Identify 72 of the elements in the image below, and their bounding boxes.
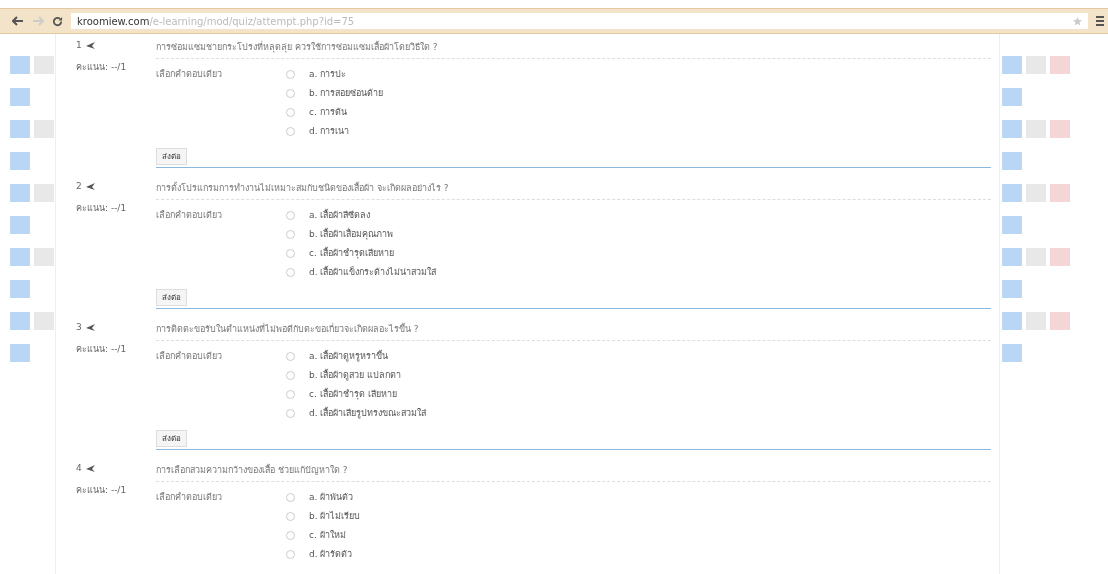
- question-grade: คะแนน: --/1: [76, 61, 128, 74]
- url-path: /e-learning/mod/quiz/attempt.php?id=75: [149, 15, 356, 27]
- nav-tile[interactable]: [10, 248, 30, 266]
- question-text: การซ่อมแซมชายกระโปรงที่หลุดลุ่ย ควรใช้การซ่อมแซมเสื้อผ้าโดยวิธีใด ?: [156, 40, 991, 59]
- check-button[interactable]: ส่งต่อ: [156, 289, 187, 306]
- address-bar[interactable]: kroomiew.com/e-learning/mod/quiz/attempt.php?id=75: [71, 13, 1088, 29]
- nav-tile[interactable]: [10, 88, 30, 106]
- answer-prompt: เลือกคำตอบเดียว: [156, 350, 223, 363]
- option-label[interactable]: d. ผ้ารัดตัว: [309, 547, 353, 561]
- option-label[interactable]: d. การเนา: [309, 124, 350, 138]
- option-label[interactable]: a. การปะ: [309, 67, 347, 81]
- option-label[interactable]: d. เสื้อผ้าเสียรูปทรงขณะสวมใส่: [309, 406, 427, 420]
- option-label[interactable]: b. ผ้าไม่เรียบ: [309, 509, 361, 523]
- nav-tile[interactable]: [1049, 312, 1070, 330]
- question-grade: คะแนน: --/1: [76, 484, 128, 497]
- nav-tile[interactable]: [1049, 184, 1070, 202]
- nav-tile[interactable]: [1001, 216, 1022, 234]
- question-text: การตั้งโปรแกรมการทำงานไม่เหมาะสมกับชนิดของเสื้อผ้า จะเกิดผลอย่างไร ?: [156, 181, 991, 200]
- nav-tile[interactable]: [1001, 280, 1022, 298]
- flag-icon[interactable]: [85, 323, 95, 331]
- forward-arrow-icon[interactable]: [32, 16, 44, 26]
- nav-tile[interactable]: [10, 120, 30, 138]
- nav-tile[interactable]: [10, 312, 30, 330]
- option-label[interactable]: b. การสอยซ่อนด้าย: [309, 86, 384, 100]
- question-number: 4: [76, 463, 82, 473]
- check-button[interactable]: ส่งต่อ: [156, 430, 187, 447]
- option-label[interactable]: a. เสื้อผ้าดูหรูหราขึ้น: [309, 349, 389, 363]
- menu-icon[interactable]: [1096, 16, 1104, 26]
- option-label[interactable]: d. เสื้อผ้าแข็งกระด้างไม่น่าสวมใส่: [309, 265, 437, 279]
- nav-tile[interactable]: [1001, 184, 1022, 202]
- star-icon[interactable]: [1073, 16, 1082, 26]
- option-label[interactable]: c. ผ้าใหม่: [309, 528, 346, 542]
- question-grade: คะแนน: --/1: [76, 343, 128, 356]
- option-label[interactable]: c. เสื้อผ้าชำรุด เสียหาย: [309, 387, 397, 401]
- nav-tile[interactable]: [10, 152, 30, 170]
- answer-prompt: เลือกคำตอบเดียว: [156, 209, 223, 222]
- nav-tile[interactable]: [10, 344, 30, 362]
- nav-tile[interactable]: [10, 56, 30, 74]
- nav-tile[interactable]: [1001, 88, 1022, 106]
- nav-tile[interactable]: [10, 216, 30, 234]
- check-button[interactable]: ส่งต่อ: [156, 148, 187, 165]
- flag-icon[interactable]: [85, 41, 95, 49]
- option-label[interactable]: b. เสื้อผ้าเสื่อมคุณภาพ: [309, 227, 394, 241]
- nav-tile[interactable]: [1049, 56, 1070, 74]
- nav-tile[interactable]: [1049, 120, 1070, 138]
- question-number: 3: [76, 322, 82, 332]
- option-label[interactable]: a. ผ้าพันตัว: [309, 490, 354, 504]
- nav-tile[interactable]: [1001, 344, 1022, 362]
- nav-tile[interactable]: [1001, 120, 1022, 138]
- nav-tile[interactable]: [10, 184, 30, 202]
- option-label[interactable]: a. เสื้อผ้าสีซีดลง: [309, 208, 371, 222]
- option-label[interactable]: c. เสื้อผ้าชำรุดเสียหาย: [309, 246, 394, 260]
- answer-prompt: เลือกคำตอบเดียว: [156, 68, 223, 81]
- nav-tile[interactable]: [10, 280, 30, 298]
- back-arrow-icon[interactable]: [12, 16, 24, 26]
- nav-tile[interactable]: [1001, 152, 1022, 170]
- nav-tile[interactable]: [1049, 248, 1070, 266]
- flag-icon[interactable]: [85, 464, 95, 472]
- nav-tile[interactable]: [1001, 248, 1022, 266]
- nav-tile[interactable]: [1001, 56, 1022, 74]
- question-text: การเลือกสวมความกว้างของเสื้อ ช่วยแก้ปัญหาใด ?: [156, 463, 991, 482]
- flag-icon[interactable]: [85, 182, 95, 190]
- question-number: 1: [76, 40, 82, 50]
- option-label[interactable]: b. เสื้อผ้าดูสวย แปลกตา: [309, 368, 402, 382]
- option-label[interactable]: c. การด้น: [309, 105, 347, 119]
- question-number: 2: [76, 181, 82, 191]
- question-text: การติดตะขอรับในตำแหน่งที่ไม่พอดีกับตะขอเกี่ยวจะเกิดผลอะไรขึ้น ?: [156, 322, 991, 341]
- question-grade: คะแนน: --/1: [76, 202, 128, 215]
- url-host: kroomiew.com: [77, 15, 150, 27]
- answer-prompt: เลือกคำตอบเดียว: [156, 491, 223, 504]
- nav-tile[interactable]: [1001, 312, 1022, 330]
- reload-icon[interactable]: [52, 15, 63, 27]
